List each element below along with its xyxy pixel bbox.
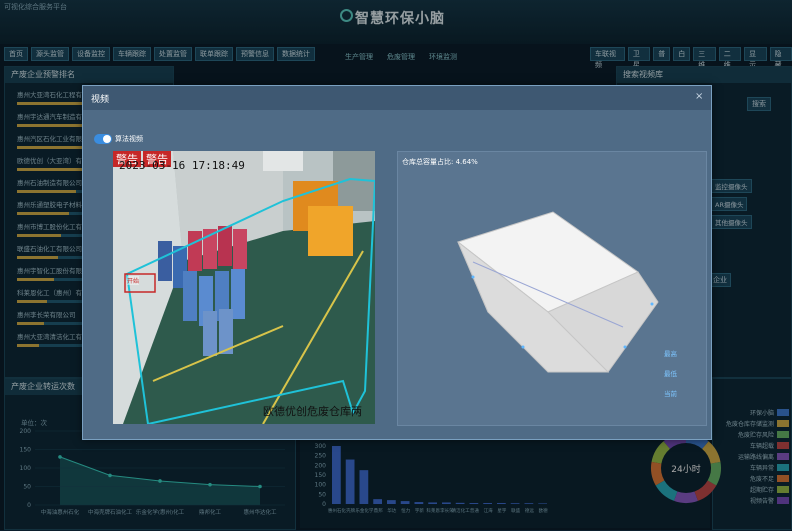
alarm-box-label: 开始 xyxy=(127,276,140,285)
warehouse-scene xyxy=(113,151,375,424)
close-icon[interactable]: × xyxy=(695,91,703,102)
legend-item: 最高 xyxy=(664,350,677,358)
legend-item: 当前 xyxy=(664,390,677,398)
toggle-knob xyxy=(103,135,111,143)
video-modal: 视频 × 算法视频 警告 警告 2023-03-16 17:18:49 开始 欧… xyxy=(82,85,712,440)
modal-title: 视频 xyxy=(91,95,110,105)
modal-header: 视频 × xyxy=(83,86,711,110)
warehouse-3d-view[interactable]: 仓库总容量占比: 4.64% 最高 最低 当前 xyxy=(397,151,707,426)
toggle-label: 算法视频 xyxy=(115,135,143,143)
video-caption: 欧德优创危废仓库两 xyxy=(263,405,362,418)
surveillance-video-feed[interactable]: 警告 警告 2023-03-16 17:18:49 开始 欧德优创危废仓库两 xyxy=(113,151,375,424)
algorithm-video-toggle[interactable] xyxy=(94,134,112,144)
video-timestamp: 2023-03-16 17:18:49 xyxy=(119,159,245,172)
warehouse-3d-box xyxy=(456,211,659,373)
legend-item: 最低 xyxy=(664,370,677,378)
